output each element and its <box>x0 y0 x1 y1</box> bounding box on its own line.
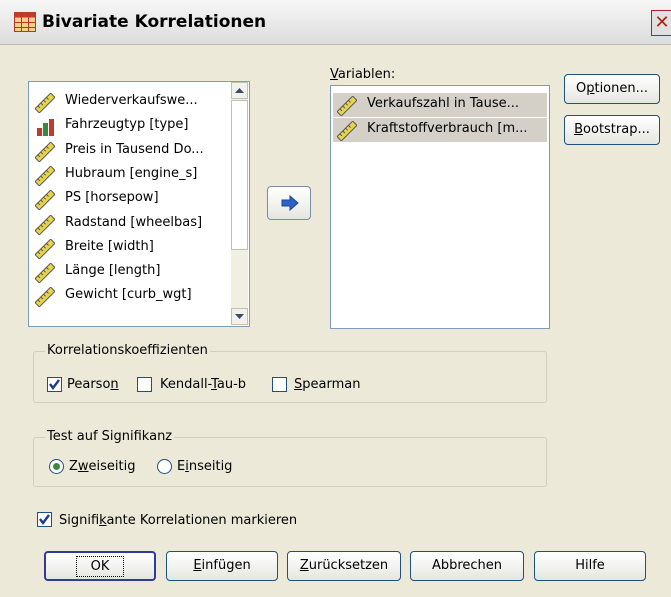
scale-variable-icon <box>34 238 56 260</box>
nominal-variable-icon <box>35 117 55 137</box>
title-bar[interactable]: Bivariate Korrelationen ✕ <box>0 0 671 45</box>
source-variable-item-label: Radstand [wheelbas] <box>65 214 203 230</box>
ok-button[interactable]: OK <box>44 551 156 581</box>
scale-variable-icon <box>34 189 56 211</box>
source-variable-item-label: Gewicht [curb_wgt] <box>65 287 192 303</box>
source-variable-item-label: Preis in Tausend Do... <box>65 141 204 157</box>
correlation-group-title: Korrelationskoeffizienten <box>45 343 210 358</box>
move-to-variables-button[interactable] <box>267 186 311 220</box>
source-variable-item-label: Wiederverkaufswe... <box>65 93 198 108</box>
target-variable-list[interactable]: Verkaufszahl in Tause... Kraftstoffverbra… <box>330 85 550 329</box>
kendall-checkbox[interactable] <box>137 377 152 392</box>
scroll-thumb[interactable] <box>231 100 248 250</box>
flag-significant-checkbox[interactable] <box>37 512 52 527</box>
scale-variable-icon <box>336 95 358 117</box>
spearman-checkbox[interactable] <box>272 377 287 392</box>
arrow-right-icon <box>281 194 299 215</box>
scale-variable-icon <box>336 120 358 142</box>
significance-group-title: Test auf Signifikanz <box>45 429 175 444</box>
scale-variable-icon <box>34 286 56 308</box>
kendall-label: Kendall-Tau-b <box>160 377 247 392</box>
two-tailed-radio[interactable] <box>49 459 64 474</box>
scale-variable-icon <box>34 140 56 163</box>
spearman-label: Spearman <box>294 377 361 392</box>
source-list-scrollbar[interactable] <box>231 82 248 325</box>
one-tailed-label: Einseitig <box>177 459 233 474</box>
close-button[interactable]: ✕ <box>651 10 671 36</box>
target-variable-item[interactable]: Verkaufszahl in Tause... <box>333 93 547 117</box>
scale-variable-icon <box>34 165 56 187</box>
source-variable-item-label: Länge [length] <box>65 263 161 279</box>
source-variable-item-label: Hubraum [engine_s] <box>65 165 198 181</box>
scale-variable-icon <box>34 213 56 236</box>
scroll-down-button[interactable] <box>231 308 248 325</box>
scale-variable-icon <box>34 262 56 284</box>
dialog-window: Bivariate Korrelationen ✕ Wiederverkaufs… <box>0 0 671 597</box>
flag-significant-label: Signifikante Korrelationen markieren <box>59 513 298 528</box>
help-button[interactable]: Hilfe <box>534 551 646 581</box>
table-app-icon <box>14 12 36 32</box>
variables-label: Variablen: <box>330 67 396 82</box>
cancel-button[interactable]: Abbrechen <box>410 551 524 581</box>
reset-button[interactable]: Zurücksetzen <box>287 551 401 581</box>
options-button[interactable]: Optionen... <box>564 74 660 104</box>
target-variable-item[interactable]: Kraftstoffverbrauch [m... <box>333 118 547 142</box>
window-title: Bivariate Korrelationen <box>42 12 267 32</box>
source-variable-list[interactable]: Wiederverkaufswe... Fahrzeugtyp [type] Pre… <box>28 81 250 327</box>
target-variable-item-label: Kraftstoffverbrauch [m... <box>367 121 528 136</box>
two-tailed-label: Zweiseitig <box>69 459 136 474</box>
paste-button[interactable]: Einfügen <box>166 551 278 581</box>
target-variable-item-label: Verkaufszahl in Tause... <box>367 96 520 111</box>
scroll-up-button[interactable] <box>231 82 248 99</box>
source-variable-item-label: PS [horsepow] <box>65 190 159 206</box>
scale-variable-icon <box>34 92 56 114</box>
one-tailed-radio[interactable] <box>157 459 172 474</box>
source-variable-item-label: Breite [width] <box>65 238 154 254</box>
source-variable-item-label: Fahrzeugtyp [type] <box>65 117 189 133</box>
pearson-checkbox[interactable] <box>47 377 62 392</box>
bootstrap-button[interactable]: Bootstrap... <box>564 115 660 145</box>
pearson-label: Pearson <box>67 377 119 392</box>
